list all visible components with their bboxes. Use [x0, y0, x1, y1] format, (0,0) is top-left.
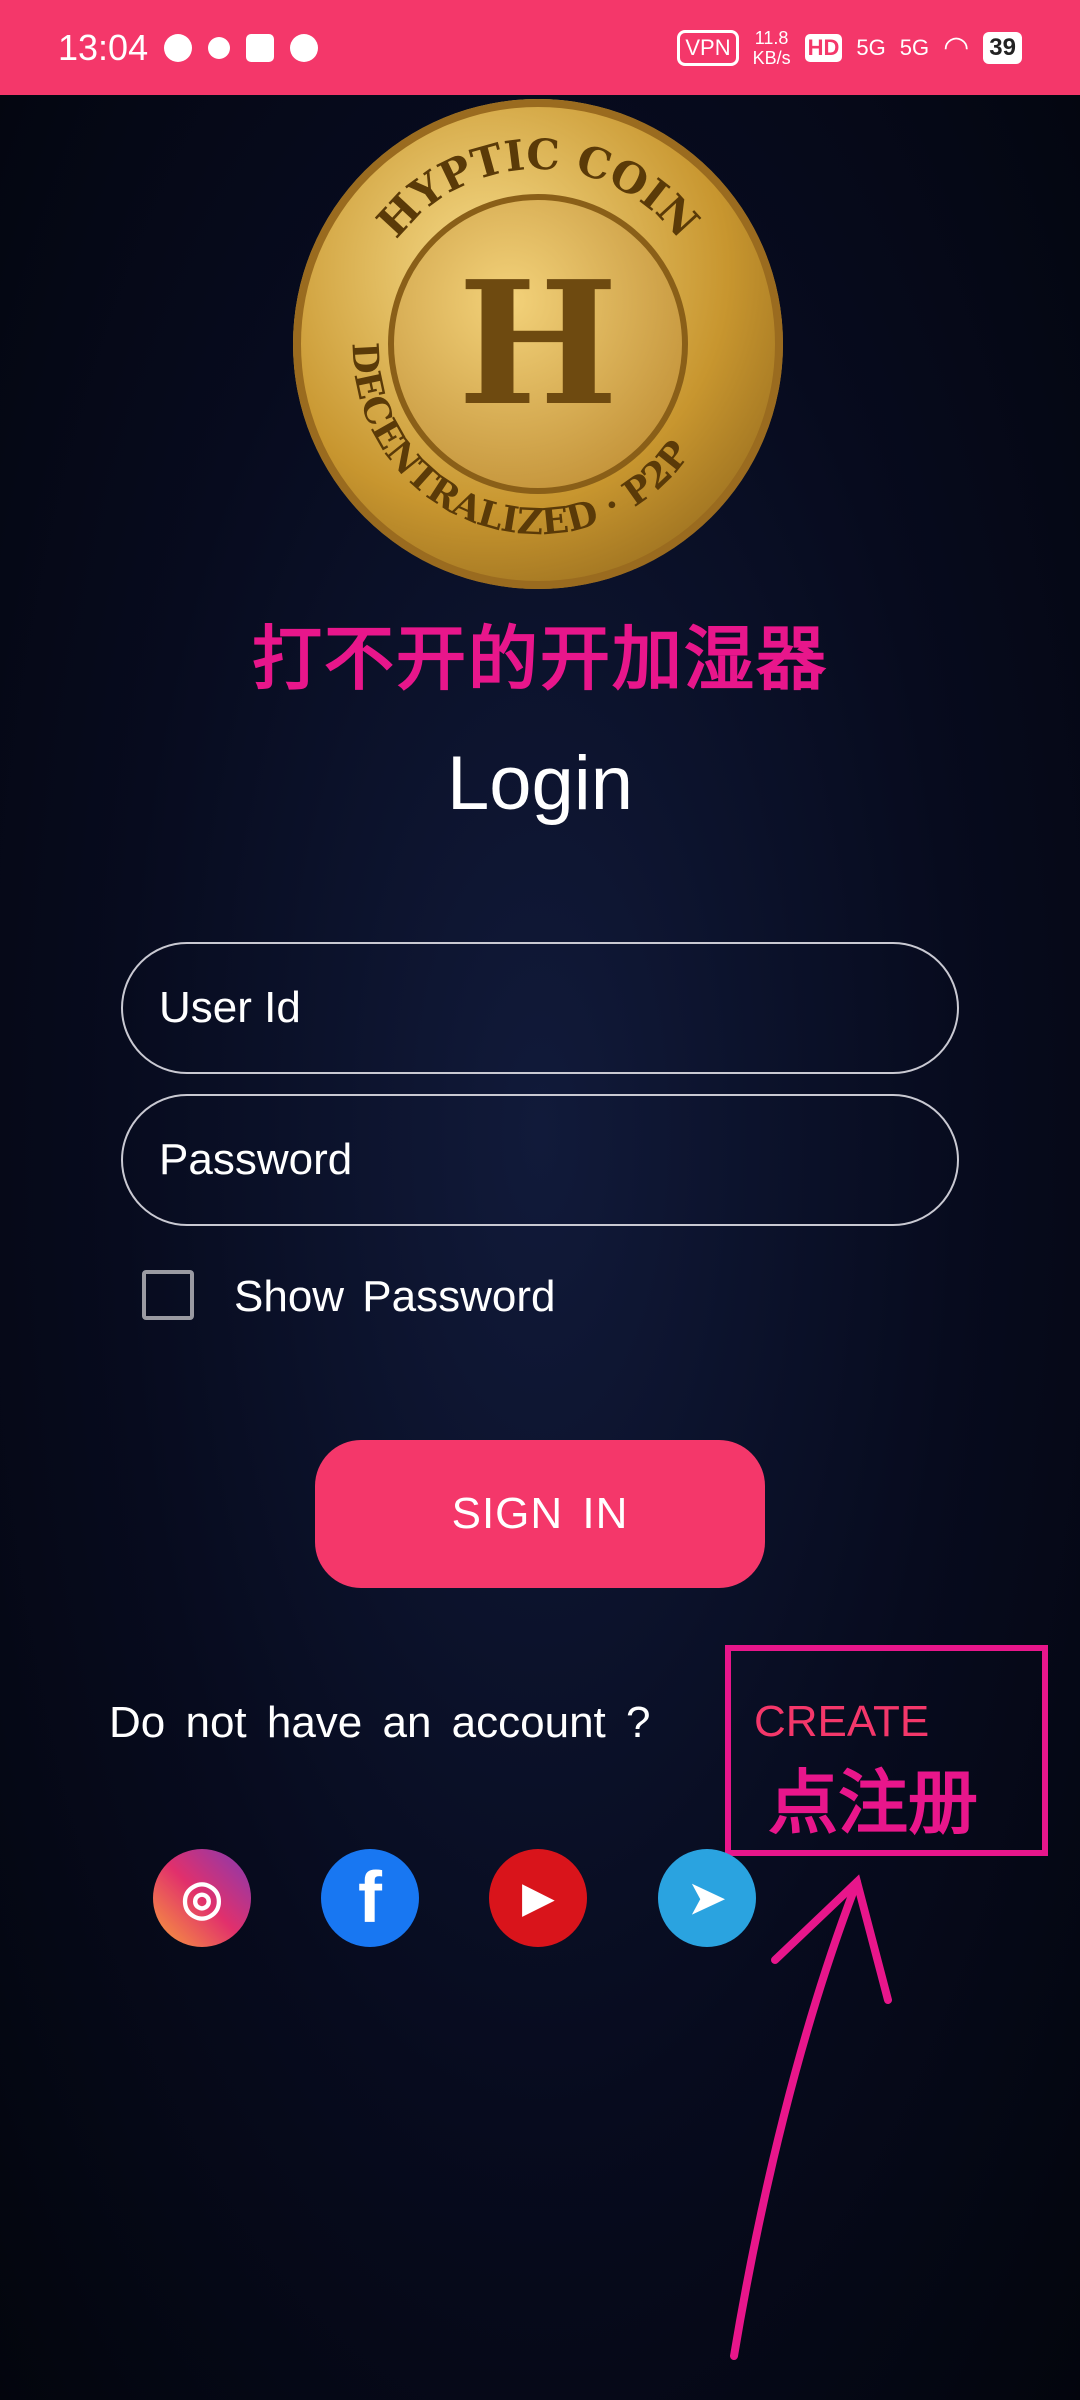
speed-unit: KB/s: [752, 47, 791, 68]
signal-5g-2: 5G: [899, 34, 930, 60]
show-password-label[interactable]: Show Password: [234, 1272, 555, 1322]
clock: 13:04: [58, 26, 149, 68]
no-account-text: Do not have an account ?: [109, 1698, 651, 1747]
sync-icon: [208, 36, 231, 59]
create-account-link[interactable]: CREATE: [754, 1697, 929, 1747]
sign-in-button[interactable]: SIGN IN: [315, 1440, 765, 1588]
gallery-icon: [246, 33, 275, 62]
coin-mark: H: [388, 194, 688, 494]
telegram-icon[interactable]: ➤: [658, 1849, 756, 1947]
battery: 39: [983, 31, 1022, 64]
annotation-register: 点注册: [768, 1764, 978, 1842]
password-input[interactable]: [121, 1094, 959, 1226]
wifi-icon: ◠: [943, 31, 970, 64]
speed-value: 11.8: [754, 27, 789, 48]
annotation-title: 打不开的开加湿器: [252, 620, 828, 698]
vpn-icon: VPN: [677, 29, 739, 66]
facebook-icon[interactable]: f: [321, 1849, 419, 1947]
page-title: Login: [447, 741, 633, 826]
hd-icon: HD: [804, 33, 843, 62]
instagram-icon[interactable]: ◎: [153, 1849, 251, 1947]
signal-5g-1: 5G: [856, 34, 886, 60]
message-icon: [290, 33, 319, 62]
show-password-checkbox[interactable]: [142, 1270, 194, 1320]
youtube-icon[interactable]: ▶: [489, 1849, 587, 1947]
user-id-input[interactable]: [121, 942, 959, 1074]
net-speed: 11.8 KB/s: [753, 28, 791, 68]
check-icon: [164, 33, 193, 62]
hyptic-coin-logo: HYPTIC COIN DECENTRALIZED · P2P H: [293, 99, 783, 589]
status-bar: 13:04 VPN 11.8 KB/s HD 5G 5G ◠ 39: [0, 0, 1080, 95]
